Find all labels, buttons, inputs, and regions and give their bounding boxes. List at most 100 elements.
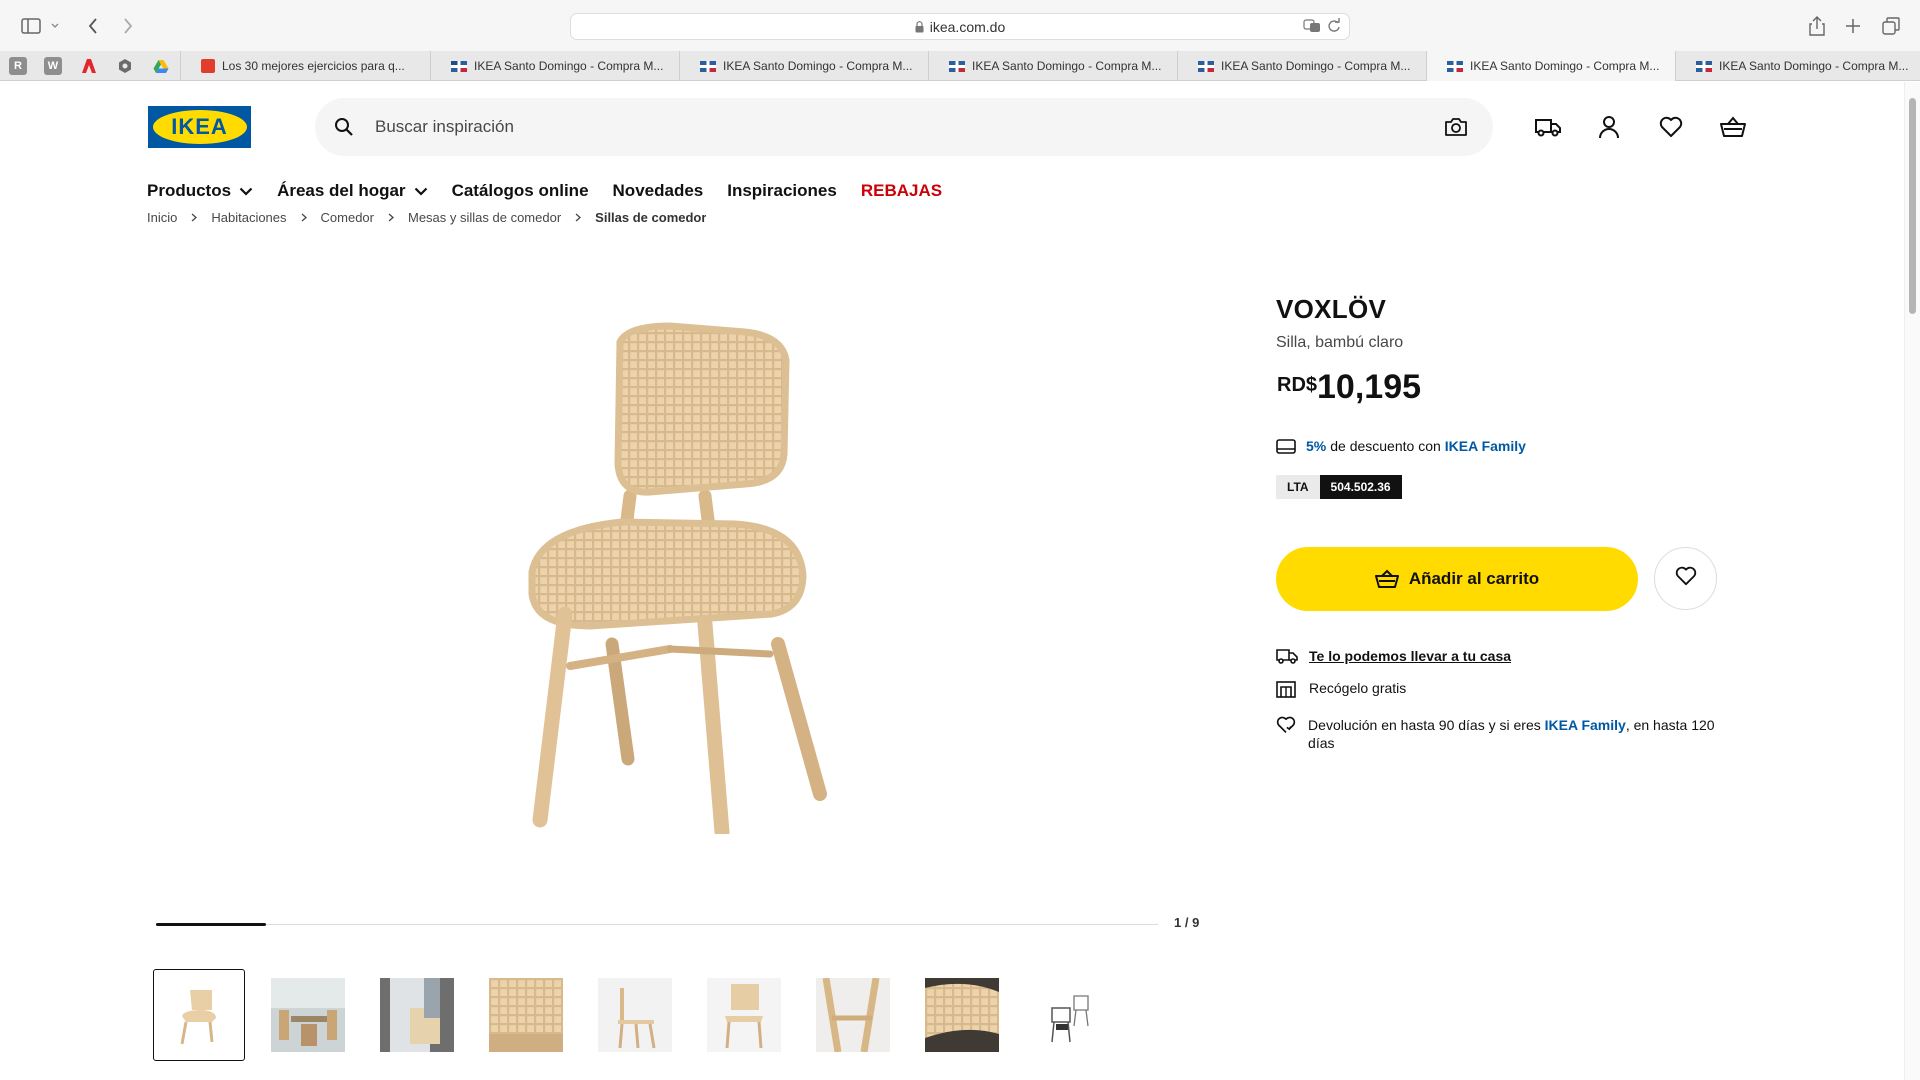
product-price: RD$ 10,195 bbox=[1277, 368, 1421, 407]
logo-text: IKEA bbox=[152, 110, 247, 144]
chevron-right-icon bbox=[191, 213, 198, 222]
breadcrumb-link[interactable]: Comedor bbox=[321, 210, 374, 225]
delivery-link[interactable]: Te lo podemos llevar a tu casa bbox=[1309, 648, 1511, 664]
family-discount-text: de descuento con bbox=[1330, 438, 1441, 454]
family-discount-percent: 5% bbox=[1306, 438, 1327, 454]
sidebar-toggle-icon[interactable] bbox=[18, 13, 44, 39]
nav-areas-del-hogar[interactable]: Áreas del hogar bbox=[277, 181, 428, 201]
search-icon[interactable] bbox=[329, 112, 359, 142]
return-heart-icon bbox=[1276, 716, 1297, 734]
url-text: ikea.com.do bbox=[929, 18, 1006, 35]
thumbnail-8[interactable] bbox=[916, 969, 1008, 1061]
tab-strip: R W Los 30 mejores ejercicios para q... … bbox=[0, 51, 1920, 81]
search-input[interactable] bbox=[375, 112, 1375, 142]
tab-item[interactable]: IKEA Santo Domingo - Compra M... bbox=[430, 51, 679, 81]
back-icon[interactable] bbox=[80, 13, 106, 39]
ikea-family-link[interactable]: IKEA Family bbox=[1445, 438, 1526, 454]
nav-productos[interactable]: Productos bbox=[147, 181, 253, 201]
tab-item[interactable]: IKEA Santo Domingo - Compra M... bbox=[928, 51, 1177, 81]
camera-icon[interactable] bbox=[1441, 112, 1471, 142]
article-label: LTA bbox=[1276, 475, 1320, 499]
ikea-logo[interactable]: IKEA bbox=[148, 106, 251, 148]
delivery-truck-icon bbox=[1276, 648, 1298, 664]
tab-item[interactable]: IKEA Santo Domingo - Compra M... bbox=[1177, 51, 1426, 81]
chevron-down-icon[interactable] bbox=[48, 13, 62, 39]
chevron-right-icon bbox=[575, 213, 582, 222]
user-icon[interactable] bbox=[1593, 111, 1625, 143]
store-icon bbox=[1276, 680, 1298, 698]
thumbnail-7[interactable] bbox=[807, 969, 899, 1061]
thumbnail-2[interactable] bbox=[262, 969, 354, 1061]
pinned-tab-extension[interactable] bbox=[116, 57, 134, 75]
thumbnail-3[interactable] bbox=[371, 969, 463, 1061]
heart-icon[interactable] bbox=[1655, 111, 1687, 143]
translate-icon[interactable] bbox=[1303, 18, 1321, 37]
product-name: VOXLÖV bbox=[1276, 294, 1387, 324]
thumbnail-9[interactable] bbox=[1025, 969, 1117, 1061]
gallery-counter: 1 / 9 bbox=[1174, 915, 1200, 930]
browser-toolbar: ikea.com.do bbox=[0, 0, 1920, 51]
breadcrumb-link[interactable]: Mesas y sillas de comedor bbox=[408, 210, 561, 225]
new-tab-icon[interactable] bbox=[1840, 13, 1866, 39]
share-icon[interactable] bbox=[1804, 13, 1830, 39]
nav-rebajas[interactable]: REBAJAS bbox=[861, 181, 942, 201]
ikea-family-link[interactable]: IKEA Family bbox=[1545, 717, 1626, 733]
page-scrollbar[interactable] bbox=[1904, 82, 1920, 1080]
flag-icon bbox=[949, 60, 965, 72]
article-number: LTA 504.502.36 bbox=[1276, 475, 1402, 499]
flag-icon bbox=[1696, 60, 1712, 72]
lock-icon bbox=[915, 20, 924, 33]
page: IKEA Productos Áreas del hogar Catálogos… bbox=[0, 82, 1904, 1080]
thumbnail-4[interactable] bbox=[480, 969, 572, 1061]
delivery-option: Te lo podemos llevar a tu casa bbox=[1276, 648, 1511, 664]
pinned-tab-w[interactable]: W bbox=[44, 57, 62, 75]
pinned-tab-r[interactable]: R bbox=[9, 57, 27, 75]
pinned-tab-adobe[interactable] bbox=[80, 57, 98, 75]
product-description: Silla, bambú claro bbox=[1276, 334, 1404, 351]
add-to-cart-label: Añadir al carrito bbox=[1408, 569, 1540, 588]
nav-catalogos-online[interactable]: Catálogos online bbox=[452, 181, 589, 201]
gallery-progress-fill bbox=[156, 923, 266, 926]
breadcrumb-current: Sillas de comedor bbox=[595, 209, 707, 225]
search-bar bbox=[315, 98, 1493, 156]
flag-icon bbox=[700, 60, 716, 72]
product-main-image[interactable] bbox=[520, 314, 860, 840]
flag-icon bbox=[451, 60, 467, 72]
chevron-right-icon bbox=[301, 213, 307, 222]
heart-icon bbox=[1675, 566, 1697, 591]
flag-icon bbox=[1198, 60, 1214, 72]
breadcrumb-link[interactable]: Inicio bbox=[147, 210, 177, 225]
pinned-tab-drive[interactable] bbox=[152, 57, 170, 75]
nav-inspiraciones[interactable]: Inspiraciones bbox=[727, 181, 837, 201]
price-currency: RD$ bbox=[1277, 374, 1318, 396]
article-number-value: 504.502.36 bbox=[1319, 475, 1402, 499]
thumbnail-6[interactable] bbox=[698, 969, 790, 1061]
main-nav: Productos Áreas del hogar Catálogos onli… bbox=[147, 178, 966, 204]
tab-item-active[interactable]: IKEA Santo Domingo - Compra M... bbox=[1426, 51, 1675, 81]
tab-item[interactable]: IKEA Santo Domingo - Compra M... bbox=[1675, 51, 1920, 81]
pickup-option: Recógelo gratis bbox=[1276, 680, 1406, 698]
thumbnail-1[interactable] bbox=[153, 969, 245, 1061]
address-bar[interactable]: ikea.com.do bbox=[570, 13, 1350, 40]
flag-icon bbox=[1447, 60, 1463, 72]
chevron-down-icon bbox=[414, 187, 428, 196]
chevron-down-icon bbox=[239, 187, 253, 196]
shopping-basket-icon[interactable] bbox=[1717, 111, 1749, 143]
breadcrumb-link[interactable]: Habitaciones bbox=[211, 210, 286, 225]
add-to-cart-button[interactable]: Añadir al carrito bbox=[1276, 547, 1638, 611]
return-text: Devolución en hasta 90 días y si eres bbox=[1308, 717, 1541, 733]
add-to-wishlist-button[interactable] bbox=[1654, 547, 1717, 610]
tab-item[interactable]: Los 30 mejores ejercicios para q... bbox=[180, 51, 430, 81]
gallery-progress-track[interactable] bbox=[156, 924, 1158, 925]
scrollbar-thumb[interactable] bbox=[1909, 98, 1916, 314]
reload-icon[interactable] bbox=[1327, 18, 1341, 37]
delivery-truck-icon[interactable] bbox=[1532, 111, 1564, 143]
breadcrumb: Inicio Habitaciones Comedor Mesas y sill… bbox=[147, 209, 706, 225]
nav-novedades[interactable]: Novedades bbox=[613, 181, 704, 201]
family-discount: 5% de descuento con IKEA Family bbox=[1276, 438, 1526, 454]
pickup-text: Recógelo gratis bbox=[1309, 680, 1407, 696]
forward-icon[interactable] bbox=[115, 13, 141, 39]
tab-item[interactable]: IKEA Santo Domingo - Compra M... bbox=[679, 51, 928, 81]
thumbnail-5[interactable] bbox=[589, 969, 681, 1061]
tab-overview-icon[interactable] bbox=[1878, 13, 1904, 39]
